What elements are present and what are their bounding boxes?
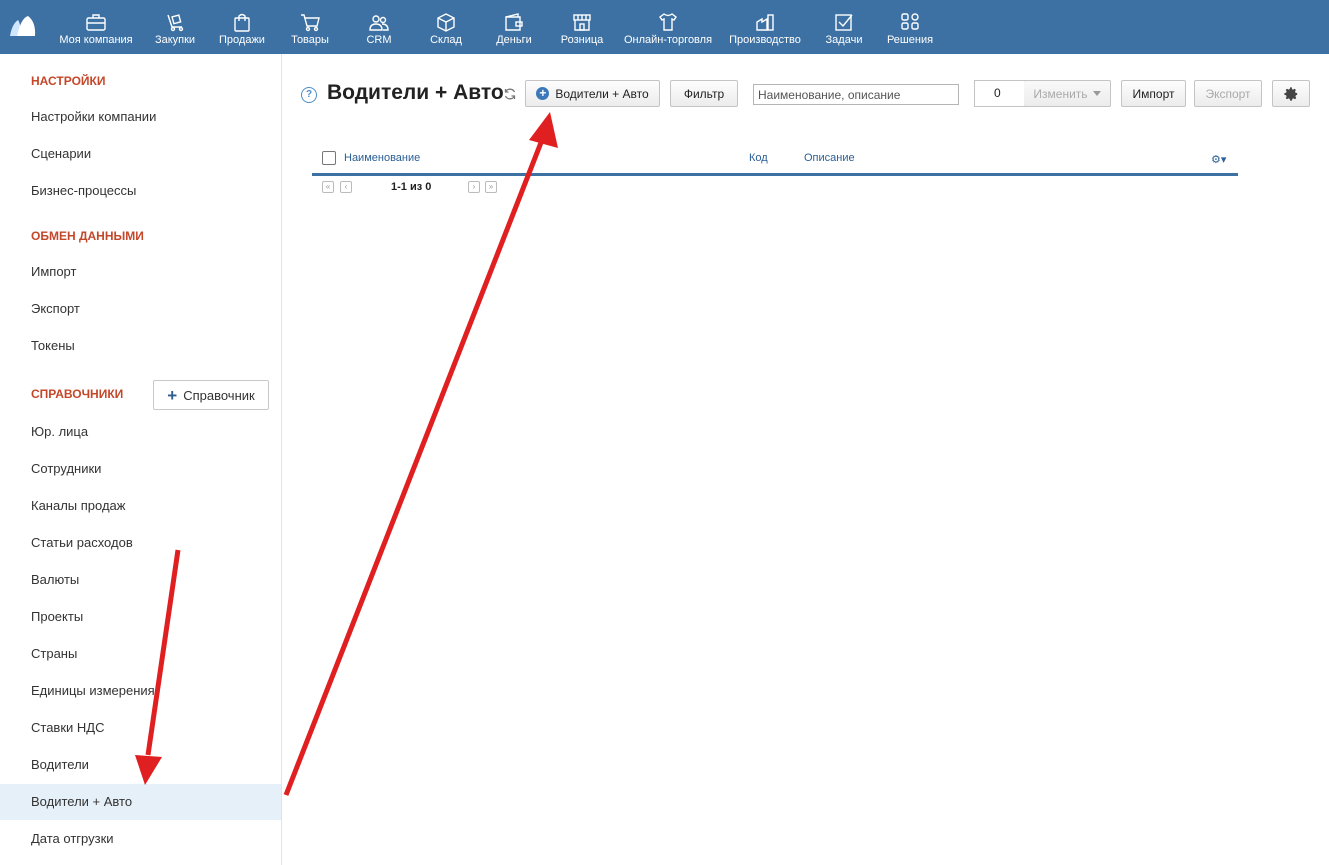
- wallet-icon: [505, 13, 523, 31]
- factory-icon: [756, 14, 774, 31]
- sidebar-item-export[interactable]: Экспорт: [0, 291, 281, 327]
- users-icon: [369, 15, 389, 31]
- selected-count: 0: [974, 80, 1027, 107]
- nav-item-label: Решения: [886, 34, 934, 46]
- nav-item-label: Деньги: [496, 34, 532, 46]
- sidebar-item-sales-channels[interactable]: Каналы продаж: [0, 488, 281, 524]
- nav-item-label: Онлайн-торговля: [623, 34, 713, 46]
- app-logo-icon[interactable]: [8, 14, 38, 38]
- last-page-icon[interactable]: »: [485, 181, 497, 193]
- nav-item-purchases[interactable]: Закупки: [154, 0, 196, 54]
- sidebar-item-import[interactable]: Импорт: [0, 254, 281, 290]
- nav-item-my-company[interactable]: Моя компания: [58, 0, 134, 54]
- nav-item-money[interactable]: Деньги: [494, 0, 534, 54]
- sidebar-item-scenarios[interactable]: Сценарии: [0, 136, 281, 172]
- nav-item-label: Товары: [291, 34, 329, 46]
- section-title-references: СПРАВОЧНИКИ: [31, 387, 124, 401]
- help-icon[interactable]: ?: [301, 87, 317, 103]
- caret-down-icon: [1092, 91, 1101, 96]
- column-header-description[interactable]: Описание: [804, 152, 855, 164]
- grid-icon: [901, 13, 919, 30]
- sidebar: НАСТРОЙКИ Настройки компании Сценарии Би…: [0, 54, 282, 865]
- sidebar-item-countries[interactable]: Страны: [0, 636, 281, 672]
- shopping-cart-icon: [301, 14, 320, 32]
- arrow-to-create-button-line: [283, 139, 545, 796]
- sidebar-item-vat-rates[interactable]: Ставки НДС: [0, 710, 281, 746]
- nav-item-crm[interactable]: CRM: [360, 0, 398, 54]
- plus-icon: +: [167, 385, 178, 405]
- sidebar-item-employees[interactable]: Сотрудники: [0, 451, 281, 487]
- nav-item-warehouse[interactable]: Склад: [427, 0, 465, 54]
- create-entry-label: Водители + Авто: [555, 86, 649, 101]
- sidebar-item-company-settings[interactable]: Настройки компании: [0, 99, 281, 135]
- add-reference-label: Справочник: [183, 387, 255, 403]
- create-entry-button[interactable]: + Водители + Авто: [525, 80, 660, 107]
- next-page-icon[interactable]: ›: [468, 181, 480, 193]
- prev-page-icon[interactable]: ‹: [340, 181, 352, 193]
- sidebar-item-drivers-auto[interactable]: Водители + Авто: [0, 784, 281, 820]
- import-button[interactable]: Импорт: [1121, 80, 1186, 107]
- sidebar-item-expense-items[interactable]: Статьи расходов: [0, 525, 281, 561]
- sidebar-item-projects[interactable]: Проекты: [0, 599, 281, 635]
- add-reference-button[interactable]: + Справочник: [153, 380, 269, 410]
- nav-item-label: Производство: [729, 34, 801, 46]
- nav-item-label: Розница: [560, 34, 604, 46]
- nav-item-label: Склад: [430, 34, 462, 46]
- nav-item-products[interactable]: Товары: [290, 0, 330, 54]
- change-button-label: Изменить: [1033, 86, 1088, 101]
- sidebar-item-shipment-date[interactable]: Дата отгрузки: [0, 821, 281, 857]
- briefcase-icon: [86, 14, 106, 31]
- sidebar-item-tokens[interactable]: Токены: [0, 328, 281, 364]
- store-icon: [573, 14, 591, 31]
- sidebar-item-drivers[interactable]: Водители: [0, 747, 281, 783]
- settings-button[interactable]: [1272, 80, 1310, 107]
- shirt-icon: [659, 13, 677, 31]
- column-settings-icon[interactable]: ⚙▾: [1211, 153, 1226, 166]
- nav-item-production[interactable]: Производство: [728, 0, 802, 54]
- shopping-bag-icon: [234, 13, 250, 32]
- nav-item-online-trade[interactable]: Онлайн-торговля: [623, 0, 713, 54]
- filter-button[interactable]: Фильтр: [670, 80, 738, 107]
- sidebar-item-legal-entities[interactable]: Юр. лица: [0, 414, 281, 450]
- sidebar-item-currencies[interactable]: Валюты: [0, 562, 281, 598]
- nav-item-label: CRM: [366, 34, 392, 46]
- sidebar-item-business-processes[interactable]: Бизнес-процессы: [0, 173, 281, 209]
- select-all-checkbox[interactable]: [322, 151, 336, 165]
- sidebar-item-units[interactable]: Единицы измерения: [0, 673, 281, 709]
- page-title: Водители + Авто: [327, 81, 504, 104]
- box-icon: [437, 13, 455, 32]
- nav-item-tasks[interactable]: Задачи: [824, 0, 864, 54]
- nav-item-label: Продажи: [219, 34, 265, 46]
- nav-item-label: Задачи: [825, 34, 863, 46]
- nav-item-retail[interactable]: Розница: [559, 0, 605, 54]
- nav-item-sales[interactable]: Продажи: [218, 0, 266, 54]
- plus-circle-icon: +: [536, 87, 550, 100]
- nav-item-solutions[interactable]: Решения: [886, 0, 934, 54]
- checkbox-icon: [835, 14, 853, 31]
- column-header-name[interactable]: Наименование: [344, 152, 420, 164]
- refresh-icon[interactable]: [503, 87, 517, 101]
- cart-dolly-icon: [167, 14, 184, 32]
- pager-text: 1-1 из 0: [391, 181, 432, 193]
- nav-item-label: Закупки: [154, 34, 196, 46]
- column-header-code[interactable]: Код: [749, 152, 768, 164]
- top-navigation-bar: Моя компания Закупки Продажи Товары CRM …: [0, 0, 1329, 54]
- arrow-to-create-button-head: [529, 112, 558, 148]
- gear-icon: [1284, 86, 1298, 101]
- nav-item-label: Моя компания: [59, 34, 133, 46]
- change-button[interactable]: Изменить: [1024, 80, 1111, 107]
- section-title-data-exchange: ОБМЕН ДАННЫМИ: [31, 229, 144, 243]
- search-input[interactable]: [753, 84, 959, 105]
- first-page-icon[interactable]: «: [322, 181, 334, 193]
- export-button[interactable]: Экспорт: [1194, 80, 1262, 107]
- section-title-settings: НАСТРОЙКИ: [31, 74, 106, 88]
- table-header: Наименование Код Описание ⚙▾: [312, 147, 1238, 176]
